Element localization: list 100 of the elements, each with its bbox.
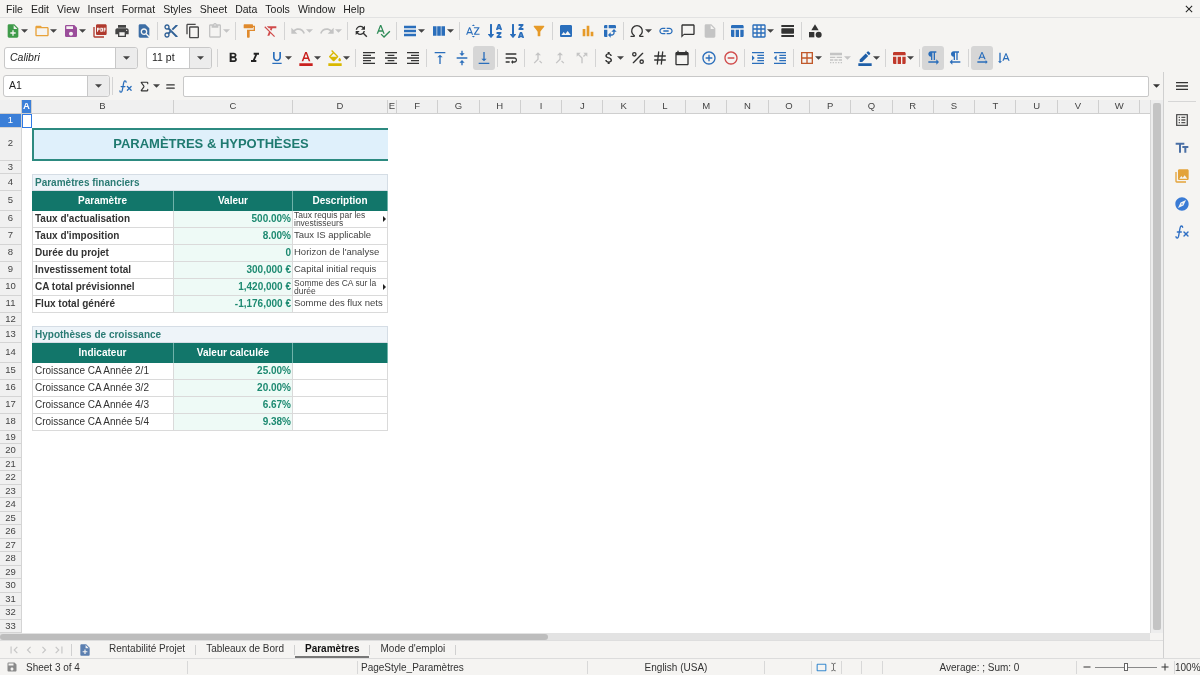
- table-icon: [729, 23, 745, 39]
- dropdown-button[interactable]: [87, 76, 109, 96]
- selected-cell[interactable]: [22, 114, 32, 128]
- caret-icon: [21, 29, 28, 33]
- column-header[interactable]: G: [438, 100, 480, 113]
- zoom-slider[interactable]: [1095, 662, 1157, 672]
- wrap-text-icon: [503, 50, 519, 66]
- menu-item[interactable]: Data: [231, 1, 262, 16]
- horizontal-scrollbar[interactable]: [0, 633, 1150, 640]
- table-cell: Taux d'actualisation: [32, 210, 174, 228]
- formula-input-field[interactable]: [183, 75, 1149, 97]
- caret-icon: [50, 29, 57, 33]
- table-cell: Croissance CA Année 2/1: [32, 362, 174, 380]
- row-header[interactable]: 4: [0, 174, 22, 191]
- row-header[interactable]: 13: [0, 326, 22, 343]
- font-size-field[interactable]: 11 pt: [146, 47, 212, 69]
- text-style-icon: [1174, 140, 1190, 156]
- column-header[interactable]: D: [293, 100, 388, 113]
- column-header[interactable]: N: [727, 100, 769, 113]
- row-header[interactable]: 5: [0, 191, 22, 211]
- row-header[interactable]: 30: [0, 579, 22, 593]
- column-header[interactable]: I: [520, 100, 563, 113]
- column-header[interactable]: C: [174, 100, 293, 113]
- column-header[interactable]: F: [397, 100, 439, 113]
- column-header[interactable]: K: [603, 100, 645, 113]
- menu-item[interactable]: Edit: [26, 1, 53, 16]
- document-plus-icon: [78, 642, 92, 657]
- table-cell: Investissement total: [32, 261, 174, 279]
- menu-item[interactable]: Tools: [261, 1, 294, 16]
- menu-item[interactable]: Insert: [83, 1, 118, 16]
- table-cell: Horizon de l'analyse: [293, 244, 388, 262]
- table-cell: Capital initial requis: [293, 261, 388, 279]
- column-header[interactable]: W: [1099, 100, 1141, 113]
- page-magnifier-icon: [136, 23, 152, 39]
- row-header[interactable]: 14: [0, 343, 22, 363]
- text-cursor-icon: [829, 661, 838, 673]
- sheet-tab[interactable]: Mode d'emploi: [370, 641, 456, 658]
- menu-item[interactable]: Sheet: [195, 1, 232, 16]
- language: English (USA): [644, 660, 708, 675]
- column-header[interactable]: E: [388, 100, 397, 113]
- menu-item[interactable]: Window: [293, 1, 340, 16]
- speech-bubble-icon: [680, 23, 696, 39]
- scissors-icon: [163, 23, 179, 39]
- column-header[interactable]: J: [562, 100, 604, 113]
- scrollbar-thumb[interactable]: [0, 633, 548, 640]
- table-cell: Croissance CA Année 5/4: [32, 413, 174, 431]
- paint-roller-icon: [241, 23, 257, 39]
- caret-icon: [844, 56, 851, 60]
- slider-thumb[interactable]: [1124, 663, 1128, 671]
- column-header[interactable]: R: [892, 100, 934, 113]
- column-header[interactable]: A: [22, 100, 32, 113]
- menu-item[interactable]: Format: [117, 1, 160, 16]
- column-header[interactable]: B: [32, 100, 174, 113]
- row-header[interactable]: 20: [0, 444, 22, 458]
- name-box[interactable]: A1: [3, 75, 110, 97]
- omega-icon: [629, 23, 645, 39]
- table-cell: Taux d'imposition: [32, 227, 174, 245]
- row-header[interactable]: 32: [0, 606, 22, 620]
- menu-item[interactable]: Help: [339, 1, 369, 16]
- row-header[interactable]: 22: [0, 471, 22, 485]
- underline-icon: [269, 50, 285, 66]
- cell-text: Taux requis par les investisseurs: [293, 210, 367, 227]
- column-header[interactable]: P: [809, 100, 852, 113]
- column-header[interactable]: S: [933, 100, 976, 113]
- row-header[interactable]: 1: [0, 114, 22, 128]
- caret-icon: [285, 56, 292, 60]
- align-bottom-button[interactable]: [473, 46, 495, 70]
- column-header[interactable]: V: [1057, 100, 1100, 113]
- table-header: Valeur: [174, 191, 293, 211]
- caret-icon: [617, 56, 624, 60]
- horizontal-text-button[interactable]: [971, 46, 993, 70]
- sheet-tab[interactable]: Paramètres: [295, 641, 370, 658]
- column-header[interactable]: O: [768, 100, 810, 113]
- align-middle-icon: [454, 50, 470, 66]
- dropdown-button[interactable]: [115, 48, 137, 68]
- add-sheet-button[interactable]: [77, 641, 93, 658]
- row-header[interactable]: 24: [0, 498, 22, 512]
- menu-item[interactable]: File: [2, 1, 27, 16]
- row-header[interactable]: 28: [0, 552, 22, 566]
- column-header[interactable]: U: [1016, 100, 1058, 113]
- sheet-tab[interactable]: Rentabilité Projet: [99, 641, 196, 658]
- left-to-right-button[interactable]: [922, 46, 944, 70]
- zoom-in-button[interactable]: [1159, 661, 1171, 673]
- menu-item[interactable]: View: [53, 1, 84, 16]
- caret-icon: [873, 56, 880, 60]
- table-columns-icon: [431, 23, 447, 39]
- column-header[interactable]: L: [644, 100, 687, 113]
- column-header[interactable]: T: [975, 100, 1017, 113]
- row-header[interactable]: 2: [0, 127, 22, 161]
- column-header[interactable]: M: [686, 100, 728, 113]
- cell-text: Somme des CA sur la durée: [293, 278, 378, 295]
- section-title: Paramètres financiers: [32, 174, 388, 191]
- column-header[interactable]: H: [479, 100, 521, 113]
- column-header[interactable]: Q: [851, 100, 893, 113]
- dropdown-button[interactable]: [189, 48, 211, 68]
- sheet-tab[interactable]: Tableaux de Bord: [196, 641, 294, 658]
- table-header: Indicateur: [32, 343, 174, 363]
- font-name-field[interactable]: Calibri: [4, 47, 138, 69]
- row-header[interactable]: 26: [0, 525, 22, 539]
- menu-item[interactable]: Styles: [159, 1, 196, 16]
